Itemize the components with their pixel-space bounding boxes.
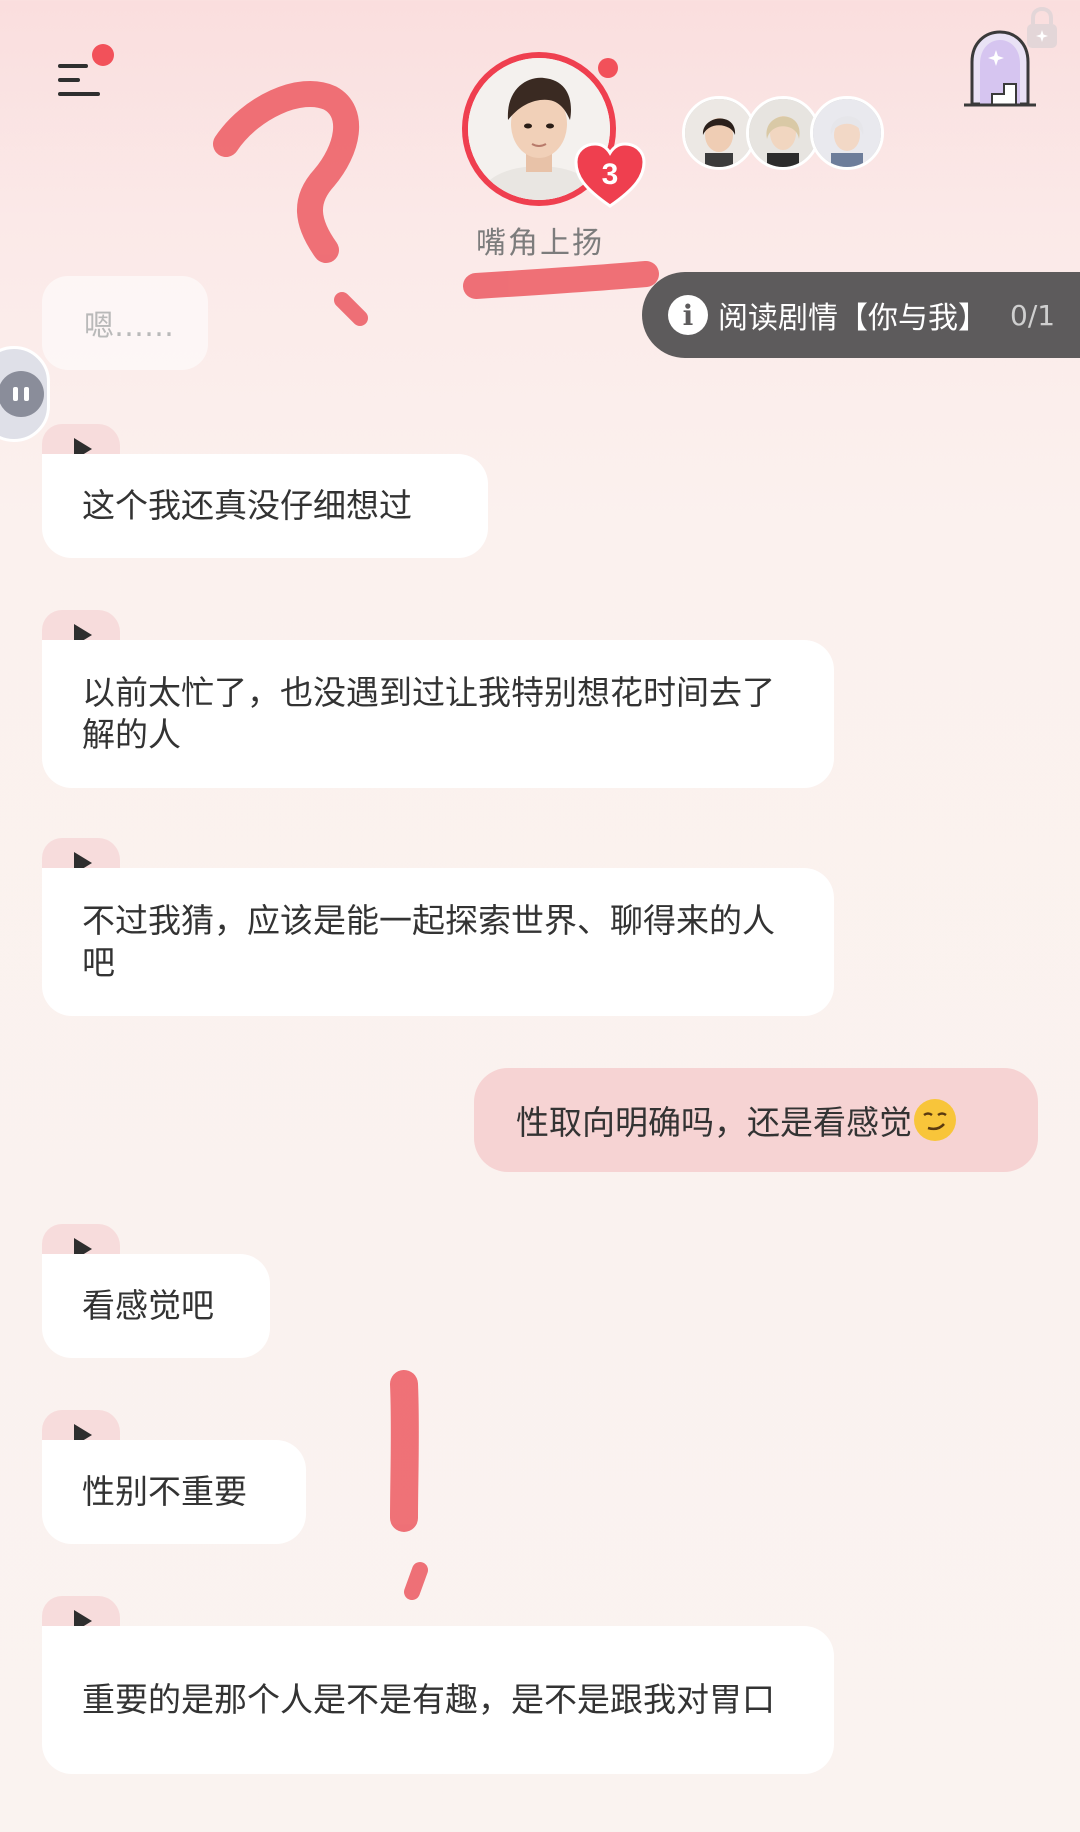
notification-dot	[92, 44, 114, 66]
message-text: 性别不重要	[42, 1440, 306, 1544]
user-message: 性取向明确吗，还是看感觉	[474, 1068, 1038, 1172]
message-text: 看感觉吧	[42, 1254, 270, 1358]
message-text: 重要的是那个人是不是有趣，是不是跟我对胃口	[42, 1626, 834, 1774]
story-pill-label: 阅读剧情【你与我】	[718, 301, 988, 336]
other-character-avatar-1[interactable]	[682, 96, 756, 170]
character-name: 嘴角上扬	[476, 226, 604, 261]
other-character-avatar-2[interactable]	[746, 96, 820, 170]
faded-message: 嗯……	[42, 276, 208, 370]
pause-icon	[0, 371, 44, 417]
affection-heart-badge: 3	[574, 142, 646, 208]
lock-icon	[1022, 6, 1062, 50]
info-icon: i	[668, 295, 708, 335]
heart-count: 3	[601, 158, 619, 191]
smirk-emoji-icon	[914, 1099, 956, 1141]
message-text: 以前太忙了，也没遇到过让我特别想花时间去了解的人	[42, 640, 834, 788]
avatar-notification-dot	[598, 58, 618, 78]
read-story-button[interactable]: i 阅读剧情【你与我】 0/1	[642, 272, 1080, 358]
message-text: 性取向明确吗，还是看感觉	[516, 1103, 912, 1142]
other-character-avatar-3[interactable]	[810, 96, 884, 170]
message-text: 不过我猜，应该是能一起探索世界、聊得来的人吧	[42, 868, 834, 1016]
message-text: 这个我还真没仔细想过	[42, 454, 488, 558]
floating-pause-button[interactable]	[0, 346, 50, 442]
story-progress-count: 0/1	[1010, 298, 1056, 332]
